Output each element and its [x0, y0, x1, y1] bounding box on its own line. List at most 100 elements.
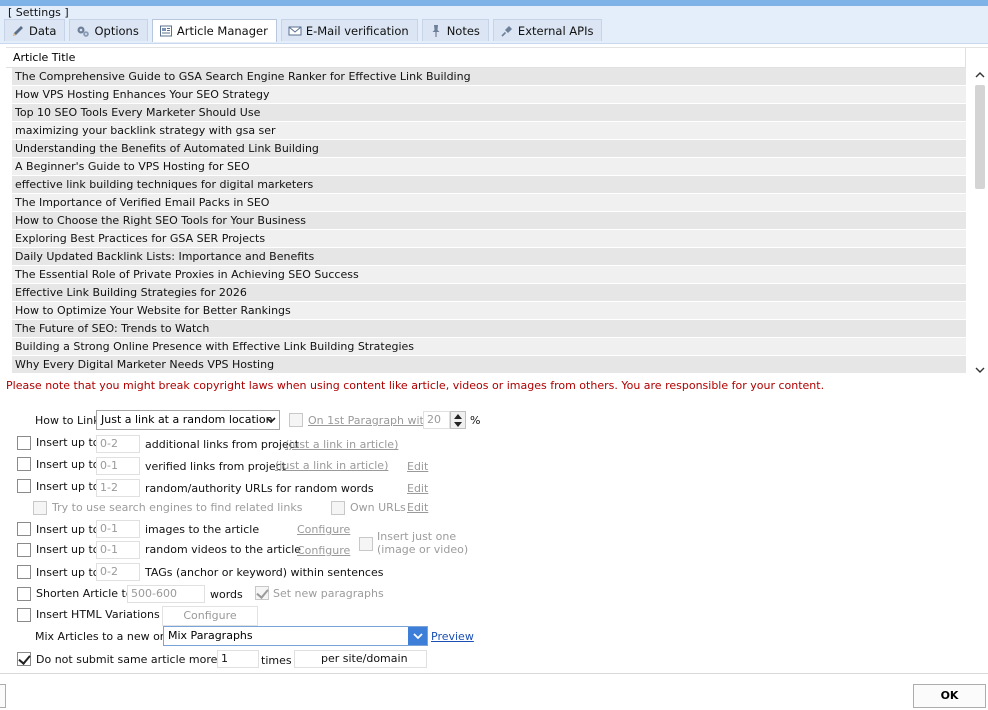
envelope-icon	[288, 26, 302, 35]
html-variations-label: Insert HTML Variations	[36, 608, 160, 621]
how-to-link-select[interactable]: Just a link at a random location	[96, 410, 280, 430]
table-row[interactable]: The Comprehensive Guide to GSA Search En…	[12, 68, 966, 86]
table-row[interactable]: Daily Updated Backlink Lists: Importance…	[12, 248, 966, 266]
table-row[interactable]: The Essential Role of Private Proxies in…	[12, 266, 966, 284]
images-checkbox[interactable]	[17, 522, 31, 536]
insert-just-one-checkbox[interactable]	[359, 537, 373, 551]
mix-articles-label: Mix Articles to a new one	[35, 630, 174, 643]
search-engines-label: Try to use search engines to find relate…	[52, 501, 303, 514]
verified-links-mode-link[interactable]: (just a link in article)	[275, 459, 388, 472]
random-urls-checkbox[interactable]	[17, 479, 31, 493]
table-row[interactable]: The Importance of Verified Email Packs i…	[12, 194, 966, 212]
first-paragraph-percent-input[interactable]: 20	[423, 411, 450, 429]
insert-up-to-label: Insert up to	[36, 436, 100, 449]
tags-input[interactable]: 0-2	[96, 563, 140, 581]
plug-icon	[501, 25, 512, 37]
first-paragraph-checkbox[interactable]	[289, 413, 303, 427]
images-input[interactable]: 0-1	[96, 520, 140, 538]
tab-notes[interactable]: Notes	[421, 19, 489, 41]
table-row[interactable]: Effective Link Building Strategies for 2…	[12, 284, 966, 302]
mix-articles-value: Mix Paragraphs	[168, 629, 253, 642]
verified-links-checkbox[interactable]	[17, 457, 31, 471]
mix-preview-link[interactable]: Preview	[431, 630, 474, 643]
table-row[interactable]: How VPS Hosting Enhances Your SEO Strate…	[12, 86, 966, 104]
own-urls-edit-link[interactable]: Edit	[407, 501, 428, 514]
own-urls-checkbox[interactable]	[331, 501, 345, 515]
tab-data[interactable]: Data	[4, 19, 66, 41]
tags-checkbox[interactable]	[17, 565, 31, 579]
set-new-paragraphs-label: Set new paragraphs	[273, 587, 384, 600]
random-urls-label: random/authority URLs for random words	[145, 482, 374, 495]
percent-spinner[interactable]	[450, 411, 466, 429]
article-icon	[159, 25, 172, 37]
cancel-button-edge[interactable]	[0, 684, 6, 708]
tab-article-manager[interactable]: Article Manager	[151, 19, 277, 42]
no-same-article-scope[interactable]: per site/domain	[294, 650, 427, 668]
verified-links-input[interactable]: 0-1	[96, 457, 140, 475]
tab-email-verification[interactable]: E-Mail verification	[280, 19, 418, 41]
images-configure-link[interactable]: Configure	[297, 523, 350, 536]
scrollbar-thumb[interactable]	[975, 85, 985, 189]
shorten-article-label: Shorten Article to	[36, 587, 133, 600]
no-same-article-input[interactable]: 1	[217, 650, 259, 668]
note-pin-icon	[432, 24, 440, 37]
tab-bar: Data Options Article Manager E-Mail veri…	[4, 19, 603, 42]
footer-bar	[0, 673, 988, 710]
column-header-article-title[interactable]: Article Title	[6, 48, 966, 68]
insert-up-to-label: Insert up to	[36, 458, 100, 471]
first-paragraph-label[interactable]: On 1st Paragraph with	[308, 414, 431, 427]
gears-icon	[77, 26, 90, 37]
set-new-paragraphs-checkbox[interactable]	[255, 586, 269, 600]
chevron-down-icon	[266, 417, 276, 424]
mix-articles-select[interactable]: Mix Paragraphs	[163, 626, 428, 646]
table-row[interactable]: How to Choose the Right SEO Tools for Yo…	[12, 212, 966, 230]
shorten-article-checkbox[interactable]	[17, 587, 31, 601]
copyright-warning: Please note that you might break copyrig…	[6, 379, 825, 392]
scroll-up-icon[interactable]	[972, 68, 988, 82]
own-urls-label: Own URLs	[350, 501, 406, 514]
tab-external-apis-label: External APIs	[517, 23, 594, 38]
chevron-down-icon	[408, 627, 427, 645]
random-urls-input[interactable]: 1-2	[96, 479, 140, 497]
table-row[interactable]: How to Optimize Your Website for Better …	[12, 302, 966, 320]
videos-configure-link[interactable]: Configure	[297, 544, 350, 557]
table-row[interactable]: Exploring Best Practices for GSA SER Pro…	[12, 230, 966, 248]
table-row[interactable]: effective link building techniques for d…	[12, 176, 966, 194]
insert-up-to-label: Insert up to	[36, 480, 100, 493]
additional-links-mode-link[interactable]: (just a link in article)	[285, 438, 398, 451]
pencil-icon	[13, 25, 23, 36]
table-row[interactable]: Why Every Digital Marketer Needs VPS Hos…	[12, 356, 966, 374]
insert-up-to-label: Insert up to	[36, 543, 100, 556]
videos-checkbox[interactable]	[17, 543, 31, 557]
additional-links-label: additional links from project	[145, 438, 300, 451]
table-row[interactable]: The Future of SEO: Trends to Watch	[12, 320, 966, 338]
random-urls-edit-link[interactable]: Edit	[407, 482, 428, 495]
tab-data-label: Data	[29, 23, 57, 38]
table-row[interactable]: maximizing your backlink strategy with g…	[12, 122, 966, 140]
no-same-article-checkbox[interactable]	[17, 652, 31, 666]
insert-just-one-label: Insert just one (image or video)	[377, 530, 469, 556]
article-list[interactable]: Article Title The Comprehensive Guide to…	[6, 47, 988, 377]
html-variations-checkbox[interactable]	[17, 608, 31, 622]
vertical-scrollbar[interactable]	[972, 68, 988, 377]
ok-button[interactable]: OK	[913, 684, 986, 708]
verified-links-edit-link[interactable]: Edit	[407, 460, 428, 473]
shorten-article-input[interactable]: 500-600	[127, 585, 205, 603]
scroll-down-icon[interactable]	[972, 363, 988, 377]
table-row[interactable]: A Beginner's Guide to VPS Hosting for SE…	[12, 158, 966, 176]
tab-external-apis[interactable]: External APIs	[492, 19, 603, 41]
html-variations-configure-button[interactable]: Configure	[162, 606, 258, 626]
search-engines-checkbox[interactable]	[33, 501, 47, 515]
table-row[interactable]: Understanding the Benefits of Automated …	[12, 140, 966, 158]
videos-input[interactable]: 0-1	[96, 541, 140, 559]
how-to-link-label: How to Link	[35, 414, 100, 427]
additional-links-input[interactable]: 0-2	[96, 435, 140, 453]
no-same-article-unit: times	[261, 654, 292, 667]
tab-email-verification-label: E-Mail verification	[305, 23, 409, 38]
table-row[interactable]: Building a Strong Online Presence with E…	[12, 338, 966, 356]
article-rows: The Comprehensive Guide to GSA Search En…	[12, 68, 966, 374]
additional-links-checkbox[interactable]	[17, 436, 31, 450]
tab-options[interactable]: Options	[69, 19, 148, 41]
table-row[interactable]: Top 10 SEO Tools Every Marketer Should U…	[12, 104, 966, 122]
tab-notes-label: Notes	[446, 23, 480, 38]
